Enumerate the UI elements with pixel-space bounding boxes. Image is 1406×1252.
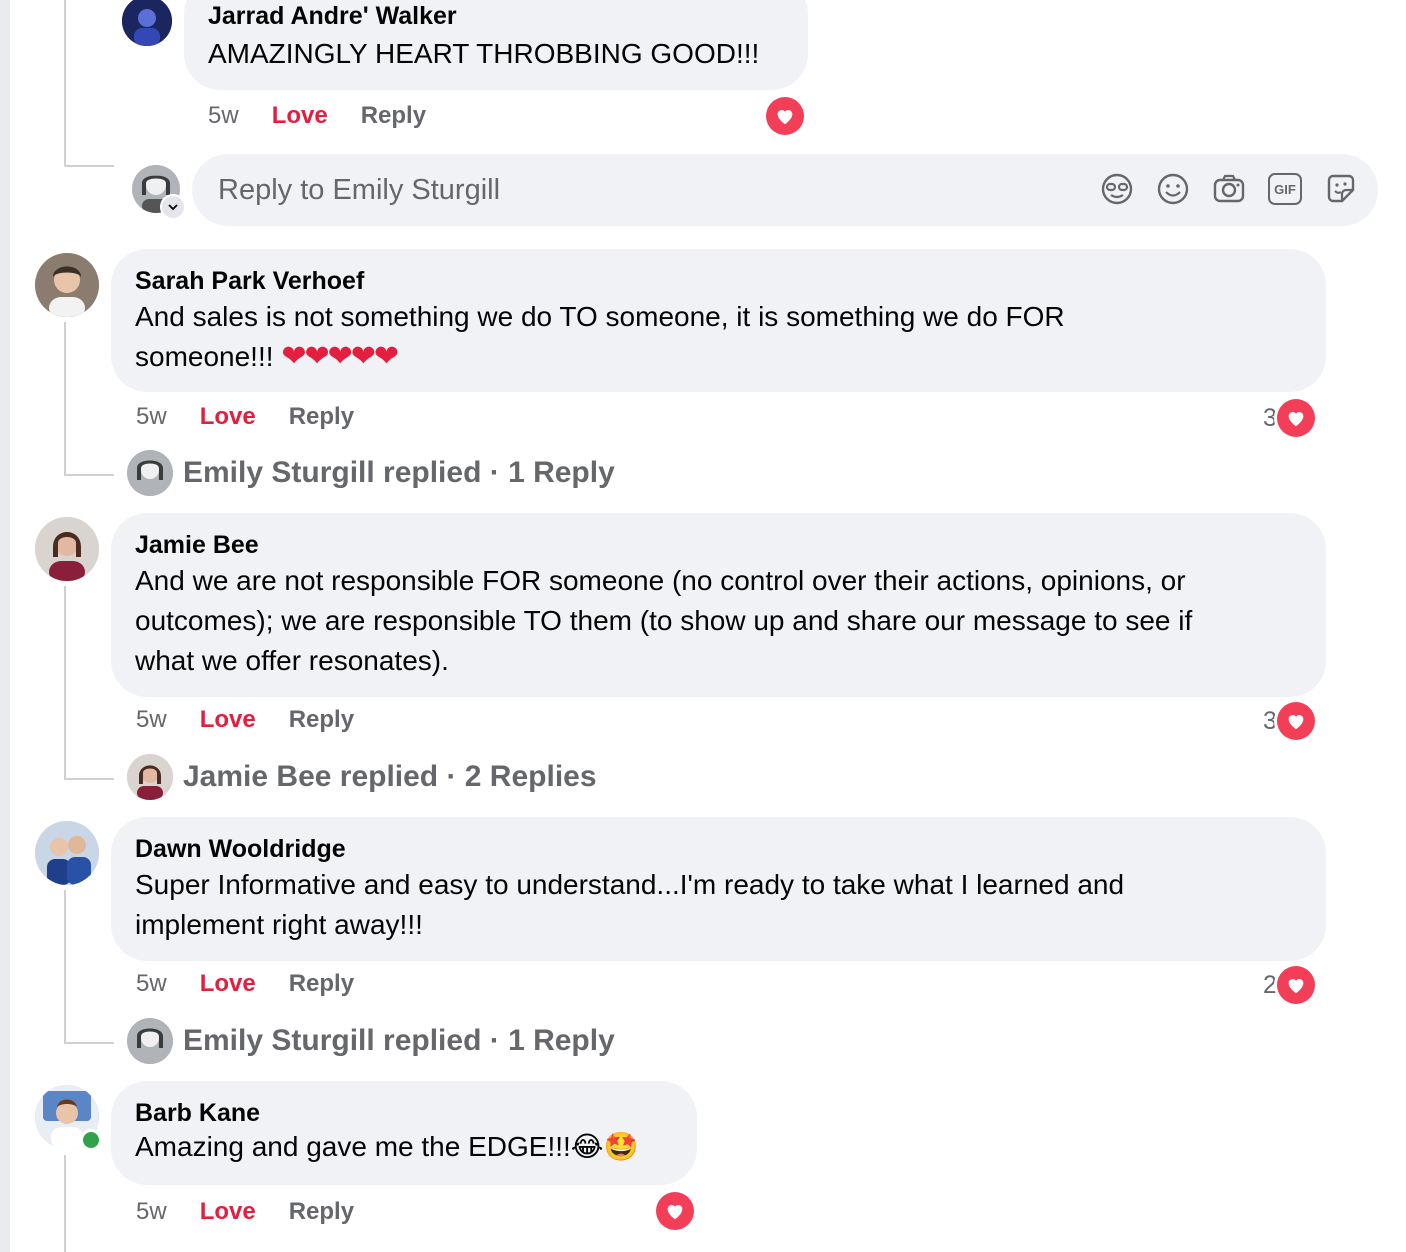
comment-time[interactable]: 5w	[136, 970, 167, 998]
reaction-summary[interactable]: 3	[1263, 399, 1315, 437]
comment-text-segment: someone!!!	[135, 341, 274, 372]
comment-text-line: outcomes); we are responsible TO them (t…	[135, 605, 1193, 636]
reaction-count: 2	[1263, 970, 1277, 999]
replied-text: Emily Sturgill replied · 1 Reply	[183, 456, 615, 489]
comment-time[interactable]: 5w	[208, 102, 239, 130]
replier-avatar	[127, 450, 173, 496]
camera-icon[interactable]	[1212, 170, 1246, 208]
comment-text-line: Super Informative and easy to understand…	[135, 869, 1125, 900]
composer-icons: GIF	[1100, 170, 1358, 208]
comment-actions: 5w Love Reply	[208, 102, 426, 130]
replied-text: Jamie Bee replied · 2 Replies	[183, 760, 597, 793]
avatar-sticker-icon[interactable]	[1100, 170, 1134, 208]
love-button[interactable]: Love	[200, 706, 256, 734]
replier-avatar	[127, 754, 173, 800]
avatar[interactable]	[35, 821, 99, 885]
comment-bubble: Jarrad Andre' Walker AMAZINGLY HEART THR…	[184, 0, 808, 90]
heart-emojis: ❤❤❤❤❤	[281, 340, 399, 373]
avatar[interactable]	[35, 517, 99, 581]
left-edge-strip	[0, 0, 10, 1252]
thread-line	[64, 1042, 114, 1044]
comment-bubble: Barb Kane Amazing and gave me the EDGE!!…	[111, 1081, 697, 1185]
gif-icon[interactable]: GIF	[1268, 170, 1302, 208]
comment-bubble: Jamie Bee And we are not responsible FOR…	[111, 513, 1326, 697]
reply-input[interactable]	[216, 172, 1080, 208]
comment-text-line: someone!!! ❤❤❤❤❤	[135, 337, 1302, 377]
comment-author[interactable]: Jamie Bee	[135, 529, 1302, 561]
comment-actions: 5w Love Reply	[136, 706, 354, 734]
reaction-summary[interactable]: 3	[1263, 702, 1315, 740]
reply-button[interactable]: Reply	[289, 403, 354, 431]
reply-button[interactable]: Reply	[289, 1198, 354, 1226]
thread-line	[64, 586, 66, 778]
comment-text: Super Informative and easy to understand…	[135, 865, 1302, 945]
thread-line	[64, 165, 114, 167]
thread-line	[64, 474, 114, 476]
heart-reaction-icon	[766, 97, 804, 135]
love-button[interactable]: Love	[200, 970, 256, 998]
comment-author[interactable]: Sarah Park Verhoef	[135, 265, 1302, 297]
heart-reaction-icon	[1276, 399, 1315, 437]
replied-text: Emily Sturgill replied · 1 Reply	[183, 1024, 615, 1057]
thread-line	[64, 322, 66, 474]
love-button[interactable]: Love	[200, 403, 256, 431]
love-button[interactable]: Love	[200, 1198, 256, 1226]
comment-text: And sales is not something we do TO some…	[135, 297, 1302, 377]
reaction-count: 3	[1263, 706, 1277, 735]
thread-line	[64, 1155, 66, 1252]
comment-author[interactable]: Jarrad Andre' Walker	[208, 0, 784, 32]
view-replies-link[interactable]: Emily Sturgill replied · 1 Reply	[127, 1018, 615, 1064]
comment-text: And we are not responsible FOR someone (…	[135, 561, 1302, 681]
heart-reaction-icon	[1276, 966, 1315, 1004]
heart-reaction-icon	[1276, 702, 1315, 740]
comment-author[interactable]: Dawn Wooldridge	[135, 833, 1302, 865]
thread-line	[64, 0, 66, 165]
comment-bubble: Sarah Park Verhoef And sales is not some…	[111, 249, 1326, 392]
comment-actions: 5w Love Reply	[136, 403, 354, 431]
comment-actions: 5w Love Reply	[136, 1198, 354, 1226]
love-button[interactable]: Love	[272, 102, 328, 130]
reaction-summary[interactable]	[766, 97, 804, 135]
comment-time[interactable]: 5w	[136, 403, 167, 431]
view-replies-link[interactable]: Jamie Bee replied · 2 Replies	[127, 754, 597, 800]
account-switch-chevron-icon[interactable]	[160, 194, 186, 220]
online-status-dot	[80, 1129, 102, 1151]
view-replies-link[interactable]: Emily Sturgill replied · 1 Reply	[127, 450, 615, 496]
gif-label: GIF	[1268, 173, 1302, 205]
avatar[interactable]	[122, 0, 172, 46]
comment-emoji: 😂🤩	[570, 1131, 639, 1162]
comment-text-line: implement right away!!!	[135, 909, 423, 940]
thread-line	[64, 778, 114, 780]
replier-avatar	[127, 1018, 173, 1064]
reply-button[interactable]: Reply	[361, 102, 426, 130]
comment-text: AMAZINGLY HEART THROBBING GOOD!!!	[208, 38, 760, 69]
comment-actions: 5w Love Reply	[136, 970, 354, 998]
comment-text-line: And sales is not something we do TO some…	[135, 301, 1065, 332]
sticker-icon[interactable]	[1324, 170, 1358, 208]
comment-text-line: And we are not responsible FOR someone (…	[135, 565, 1186, 596]
heart-reaction-icon	[656, 1192, 694, 1230]
comment-text-line: what we offer resonates).	[135, 645, 449, 676]
comment-bubble: Dawn Wooldridge Super Informative and ea…	[111, 817, 1326, 961]
reply-button[interactable]: Reply	[289, 706, 354, 734]
reaction-summary[interactable]	[656, 1192, 694, 1230]
comment-text: Amazing and gave me the EDGE!!!😂🤩	[135, 1129, 673, 1165]
comment-time[interactable]: 5w	[136, 706, 167, 734]
reply-composer: GIF	[192, 154, 1378, 226]
comment-time[interactable]: 5w	[136, 1198, 167, 1226]
reply-button[interactable]: Reply	[289, 970, 354, 998]
thread-line	[64, 890, 66, 1042]
reaction-count: 3	[1263, 403, 1277, 432]
emoji-icon[interactable]	[1156, 170, 1190, 208]
comment-text-segment: Amazing and gave me the EDGE!!!	[135, 1131, 571, 1162]
avatar[interactable]	[35, 253, 99, 317]
comment-author[interactable]: Barb Kane	[135, 1097, 673, 1129]
reaction-summary[interactable]: 2	[1263, 966, 1315, 1004]
